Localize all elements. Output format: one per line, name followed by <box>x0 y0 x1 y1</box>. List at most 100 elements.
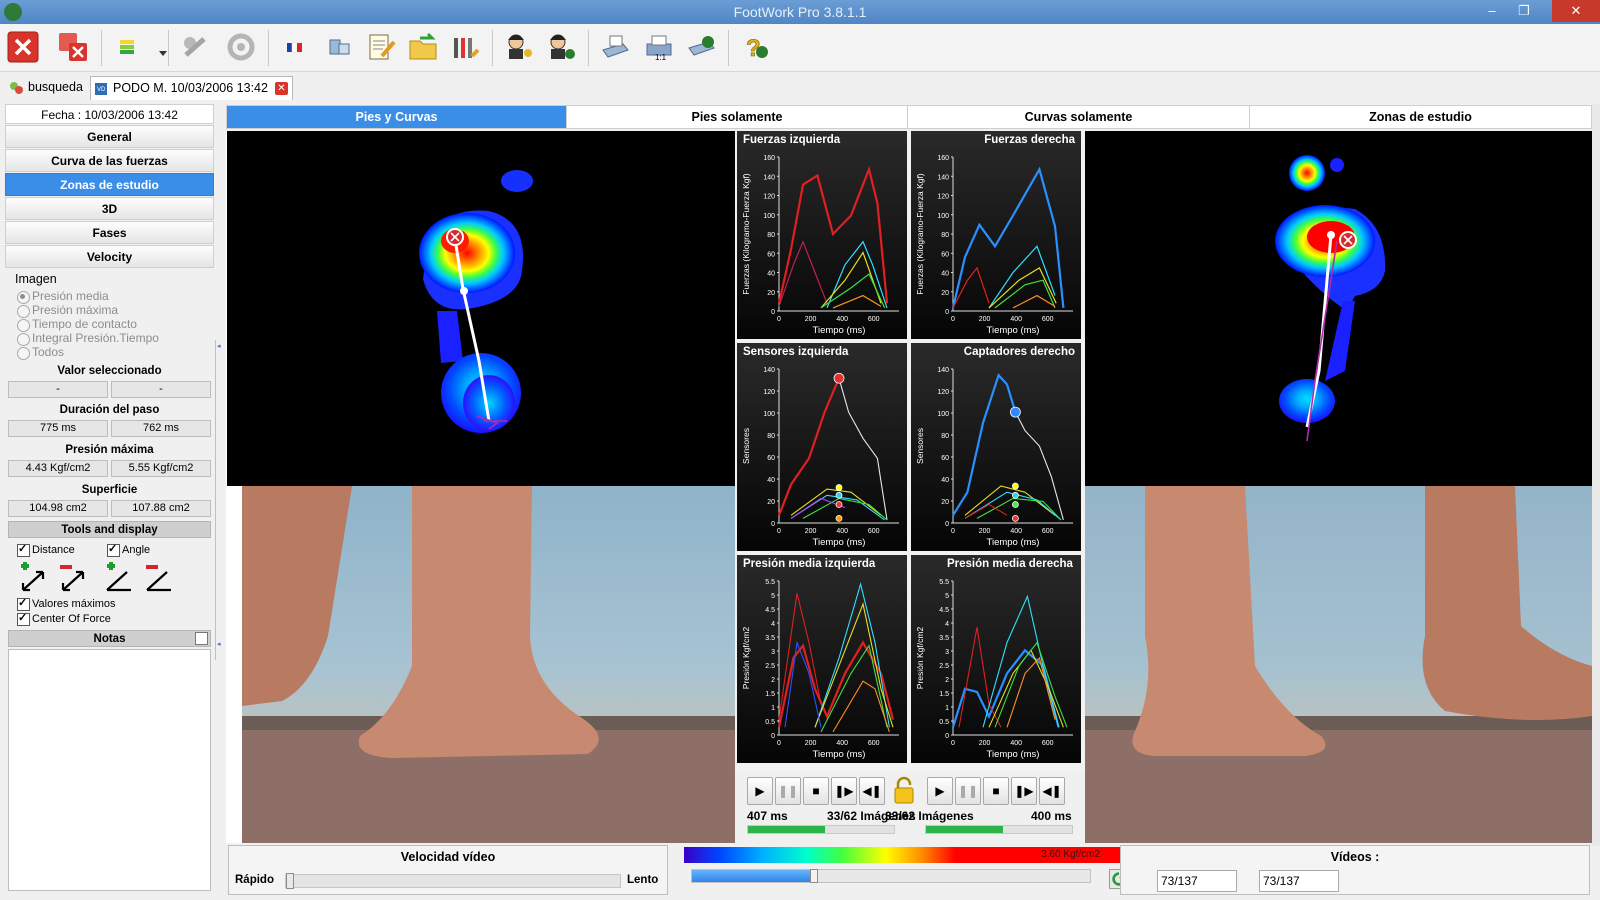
radio-tiempo-contacto[interactable]: Tiempo de contacto <box>17 318 137 332</box>
expand-notes-icon[interactable] <box>195 632 208 645</box>
x-tick-label: 400 <box>836 740 848 747</box>
right-video-frame[interactable] <box>1085 486 1592 843</box>
user-key-icon[interactable] <box>502 30 536 64</box>
nav-general[interactable]: General <box>5 125 214 148</box>
right-video-frame-input[interactable]: 73/137 <box>1259 870 1339 892</box>
tab-pies-y-curvas[interactable]: Pies y Curvas <box>227 106 567 128</box>
device-icon[interactable] <box>322 30 356 64</box>
radio-integral-presion[interactable]: Integral Presión.Tiempo <box>17 332 159 346</box>
chart-fuerzas-izquierda[interactable]: 160 140 120 100 80 60 40 20 0 0 200 400 600 Tiempo (m… <box>737 131 907 339</box>
angle-checkbox[interactable]: Angle <box>107 543 150 557</box>
document-tabs: busqueda VD PODO M. 10/03/2006 13:42 ✕ <box>0 72 1600 102</box>
chart-presion-izquierda[interactable]: 5.5 5 4.5 4 3.5 3 2.5 2 1.5 1 0.5 0 0 200 400 600 Tiempo… <box>737 555 907 763</box>
chart-title: Fuerzas izquierda <box>743 134 841 146</box>
patient-file-icon: VD <box>95 83 107 95</box>
step-forward-right-button[interactable]: ❚▶ <box>1011 777 1037 805</box>
chart-captadores-derecho[interactable]: 140 120 100 80 60 40 20 0 0 200 400 600 Tiempo (ms) S… <box>911 343 1081 551</box>
duracion-left: 775 ms <box>8 420 108 437</box>
left-video-frame-input[interactable]: 73/137 <box>1157 870 1237 892</box>
stop-left-button[interactable]: ■ <box>803 777 829 805</box>
scanner-icon[interactable] <box>598 30 632 64</box>
step-back-right-button[interactable]: ◀❚ <box>1039 777 1065 805</box>
video-speed-thumb[interactable] <box>286 873 294 889</box>
nav-zonas-estudio[interactable]: Zonas de estudio <box>5 173 214 196</box>
y-tick-label: 2.5 <box>765 663 775 670</box>
nav-fases[interactable]: Fases <box>5 221 214 244</box>
distance-checkbox[interactable]: Distance <box>17 543 75 557</box>
right-foot-pressure-map[interactable] <box>1085 131 1592 486</box>
close-window-button[interactable]: ✕ <box>1552 0 1600 22</box>
color-palette-icon[interactable] <box>112 30 146 64</box>
y-tick-label: 40 <box>941 271 949 278</box>
x-tick-label: 200 <box>805 528 817 535</box>
y-axis-label: Fuerzas (Kilogramo-Fuerza Kgf) <box>741 173 751 295</box>
valores-maximos-checkbox[interactable]: Valores máximos <box>17 597 116 611</box>
dropdown-arrow-icon[interactable] <box>146 30 167 64</box>
remove-distance-icon[interactable] <box>55 562 89 594</box>
pause-left-button[interactable]: ❚❚ <box>775 777 801 805</box>
settings-tools-icon[interactable] <box>448 30 482 64</box>
user-email-icon[interactable] <box>544 30 578 64</box>
bottom-bar: Velocidad vídeo Rápido Lento 3.60 Kgf/cm… <box>226 845 1592 895</box>
tab-zonas-estudio[interactable]: Zonas de estudio <box>1250 106 1591 128</box>
color-scale-slider[interactable] <box>691 869 1091 883</box>
notes-textarea[interactable] <box>8 649 211 891</box>
y-tick-label: 60 <box>941 455 949 462</box>
add-angle-icon[interactable] <box>101 562 135 594</box>
series-line <box>1006 656 1056 728</box>
chart-sensores-izquierda[interactable]: 140 120 100 80 60 40 20 0 0 200 400 600 Tiempo (ms) S… <box>737 343 907 551</box>
radio-todos[interactable]: Todos <box>17 346 64 360</box>
nav-velocity[interactable]: Velocity <box>5 245 214 268</box>
y-tick-label: 160 <box>763 155 775 162</box>
help-icon[interactable]: ? <box>738 30 772 64</box>
color-scale-thumb[interactable] <box>809 869 818 883</box>
nav-curva-fuerzas[interactable]: Curva de las fuerzas <box>5 149 214 172</box>
right-progress-bar[interactable] <box>925 825 1073 834</box>
step-back-left-button[interactable]: ◀❚ <box>859 777 885 805</box>
stop-right-button[interactable]: ■ <box>983 777 1009 805</box>
cursor-marker <box>833 372 845 384</box>
print-icon[interactable]: 1:1 <box>642 30 676 64</box>
step-forward-left-button[interactable]: ❚▶ <box>831 777 857 805</box>
vertical-scrollbar[interactable] <box>1592 104 1600 846</box>
play-left-button[interactable]: ▶ <box>747 777 773 805</box>
center-of-force-checkbox[interactable]: Center Of Force <box>17 612 111 626</box>
radio-presion-media[interactable]: Presión media <box>17 290 109 304</box>
lock-icon[interactable] <box>893 775 915 805</box>
left-foot-pressure-map[interactable] <box>227 131 735 486</box>
y-tick-label: 20 <box>941 290 949 297</box>
email-icon[interactable] <box>684 30 718 64</box>
series-line <box>951 166 1065 309</box>
x-tick-label: 0 <box>951 316 955 323</box>
close-tab-icon[interactable]: ✕ <box>274 82 288 95</box>
series-line <box>952 373 1017 516</box>
left-video-frame[interactable] <box>242 486 735 843</box>
close-file-icon[interactable] <box>6 30 40 64</box>
cursor-marker <box>835 484 843 491</box>
y-tick-label: 20 <box>767 499 775 506</box>
minimize-button[interactable]: – <box>1476 0 1508 22</box>
tab-pies-solamente[interactable]: Pies solamente <box>567 106 908 128</box>
pause-right-button[interactable]: ❚❚ <box>955 777 981 805</box>
video-speed-slider[interactable] <box>285 873 621 889</box>
nav-3d[interactable]: 3D <box>5 197 214 220</box>
chart-fuerzas-derecha[interactable]: 160 140 120 100 80 60 40 20 0 0 200 400 600 Tiempo (m… <box>911 131 1081 339</box>
play-right-button[interactable]: ▶ <box>927 777 953 805</box>
tab-busqueda[interactable]: busqueda <box>6 76 83 100</box>
disabled-tool-icon <box>178 30 212 64</box>
remove-angle-icon[interactable] <box>141 562 175 594</box>
radio-presion-maxima[interactable]: Presión máxima <box>17 304 118 318</box>
tab-patient-record[interactable]: VD PODO M. 10/03/2006 13:42 ✕ <box>90 76 293 100</box>
left-progress-bar[interactable] <box>747 825 895 834</box>
french-flag-icon[interactable] <box>278 30 312 64</box>
chart-presion-derecha[interactable]: 5.5 5 4.5 4 3.5 3 2.5 2 1.5 1 0.5 0 0 200 400 600 Tiempo… <box>911 555 1081 763</box>
panel-splitter[interactable]: ◂ ◂ <box>215 340 221 660</box>
edit-document-icon[interactable] <box>364 30 398 64</box>
tab-curvas-solamente[interactable]: Curvas solamente <box>908 106 1250 128</box>
open-folder-icon[interactable] <box>406 30 440 64</box>
close-all-icon[interactable] <box>56 30 90 64</box>
restore-button[interactable]: ❐ <box>1508 0 1540 22</box>
y-tick-label: 120 <box>763 194 775 201</box>
cursor-marker <box>1010 406 1021 418</box>
add-distance-icon[interactable] <box>15 562 49 594</box>
